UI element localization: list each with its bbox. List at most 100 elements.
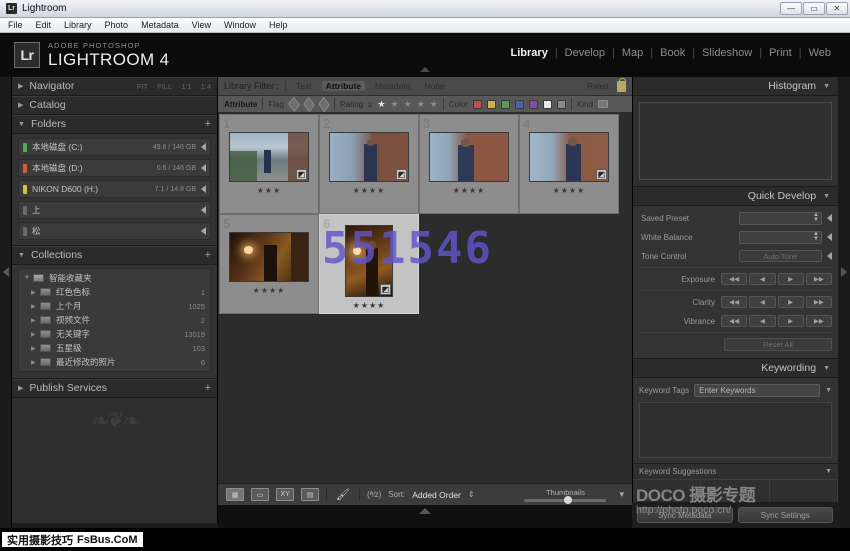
module-web[interactable]: Web [802,47,838,59]
panel-header-navigator[interactable]: ▶ Navigator FIT FILL 1:1 1:4 [12,77,217,96]
saved-preset-expand-icon[interactable] [827,214,832,222]
keyword-entry-area[interactable] [639,402,832,458]
chevron-down-icon[interactable]: ▼ [825,468,832,475]
menu-item-view[interactable]: View [192,20,211,30]
minimize-button[interactable]: — [780,2,802,15]
add-publish-service-icon[interactable]: + [205,382,211,394]
chevron-down-icon[interactable]: ▼ [825,387,832,394]
compare-view-icon[interactable]: XY [276,488,294,501]
exposure-up-button[interactable]: ▶ [778,273,804,285]
suggestion-slot[interactable] [633,479,701,502]
list-item[interactable]: ▶ 红色色标 1 [19,285,210,299]
exposure-big-down-button[interactable]: ◀◀ [721,273,747,285]
module-map[interactable]: Map [615,47,650,59]
chevron-down-icon[interactable]: ▼ [823,193,830,200]
suggestion-slot[interactable] [770,479,838,502]
module-print[interactable]: Print [762,47,799,59]
module-book[interactable]: Book [653,47,692,59]
folder-volume-row[interactable]: 上 [18,201,211,219]
folder-volume-row[interactable]: 本地磁盘 (D:) 0.6 / 146 GB [18,159,211,177]
keyword-suggestions-header[interactable]: Keyword Suggestions ▼ [633,464,838,479]
panel-header-quick-develop[interactable]: Quick Develop ▼ [633,187,838,206]
panel-header-keywording[interactable]: Keywording ▼ [633,359,838,378]
thumbnail-image[interactable]: ◩ [345,225,393,297]
color-swatch-purple[interactable] [529,100,538,109]
menu-item-photo[interactable]: Photo [105,20,129,30]
volume-expand-icon[interactable] [201,206,206,214]
add-folder-icon[interactable]: + [205,118,211,130]
panel-header-folders[interactable]: ▼ Folders + [12,115,217,134]
left-panel-rail[interactable] [0,77,12,528]
saved-preset-select[interactable]: ▲▼ [739,212,822,225]
lock-icon[interactable] [617,81,626,92]
chevron-down-icon[interactable]: ▼ [823,83,830,90]
loupe-view-icon[interactable]: ▭ [251,488,269,501]
volume-expand-icon[interactable] [201,227,206,235]
painter-icon[interactable]: 🖌 [334,488,352,501]
filter-tab-none[interactable]: None [420,81,448,91]
collapse-left-panel-icon[interactable] [3,267,9,277]
menu-item-file[interactable]: File [8,20,23,30]
color-swatch-white[interactable] [543,100,552,109]
list-item[interactable]: ▶ 无关键字 13019 [19,327,210,341]
flag-unflagged-icon[interactable] [303,96,315,111]
rating-star-5[interactable]: ★ [430,99,438,110]
filter-tab-attribute[interactable]: Attribute [322,81,365,91]
filter-rated-status[interactable]: Rated : [587,81,626,92]
filter-tab-text[interactable]: Text [292,81,316,91]
rating-star-2[interactable]: ★ [390,99,398,110]
sync-metadata-button[interactable]: Sync Metadata [637,507,733,523]
az-sort-icon[interactable]: (ᴬ⁄z) [367,490,381,499]
thumbnail-image[interactable]: ◩ [529,132,609,182]
volume-expand-icon[interactable] [201,143,206,151]
maximize-button[interactable]: ▭ [803,2,825,15]
nav-mode-fill[interactable]: FILL [157,82,172,91]
list-item[interactable]: ▶ 视频文件 2 [19,313,210,327]
sort-value[interactable]: Added Order [412,490,461,500]
rating-star-3[interactable]: ★ [404,99,412,110]
panel-header-histogram[interactable]: Histogram ▼ [633,77,838,96]
toolbar-options-icon[interactable]: ▾ [619,489,624,500]
star-rating[interactable]: ★★★★ [353,186,386,195]
star-rating[interactable]: ★★★★ [253,286,286,295]
clarity-big-up-button[interactable]: ▶▶ [806,296,832,308]
menu-item-metadata[interactable]: Metadata [141,20,179,30]
color-swatch-blue[interactable] [515,100,524,109]
reset-all-button[interactable]: Reset All [724,338,832,351]
white-balance-expand-icon[interactable] [827,233,832,241]
star-rating[interactable]: ★★★ [257,186,282,195]
chevron-down-icon[interactable]: ▼ [823,365,830,372]
list-item[interactable]: ▶ 最近修改的照片 6 [19,355,210,369]
rating-star-1[interactable]: ★ [377,99,385,110]
volume-expand-icon[interactable] [201,164,206,172]
slider-knob[interactable] [564,496,572,504]
white-balance-select[interactable]: ▲▼ [739,231,822,244]
suggestion-slot[interactable] [701,479,769,502]
rating-operator[interactable]: ≥ [368,100,372,109]
chevron-up-icon[interactable] [419,508,431,514]
list-item[interactable]: ▶ 上个月 1025 [19,299,210,313]
slider-track[interactable] [524,499,606,502]
vibrance-big-up-button[interactable]: ▶▶ [806,315,832,327]
auto-tone-button[interactable]: Auto Tone [739,250,822,262]
filter-tab-metadata[interactable]: Metadata [371,81,414,91]
flag-reject-icon[interactable] [318,96,330,111]
list-item[interactable]: ▶ 五星级 103 [19,341,210,355]
star-rating[interactable]: ★★★★ [453,186,486,195]
menu-item-window[interactable]: Window [224,20,256,30]
table-row[interactable]: 5 ★★★★ [219,214,319,314]
color-swatch-yellow[interactable] [487,100,496,109]
sync-settings-button[interactable]: Sync Settings [738,507,834,523]
nav-mode-1to1[interactable]: 1:1 [181,82,191,91]
thumbnail-image[interactable] [229,232,309,282]
filmstrip-toggle-bar[interactable] [218,505,632,528]
color-swatch-red[interactable] [473,100,482,109]
star-rating[interactable]: ★★★★ [353,301,386,310]
table-row[interactable]: 3 ★★★★ [419,114,519,214]
tone-control-expand-icon[interactable] [827,252,832,260]
clarity-down-button[interactable]: ◀ [749,296,775,308]
nav-mode-fit[interactable]: FIT [137,82,148,91]
table-row[interactable]: 4 ◩ ★★★★ [519,114,619,214]
thumbnail-image[interactable] [429,132,509,182]
menu-item-library[interactable]: Library [64,20,92,30]
